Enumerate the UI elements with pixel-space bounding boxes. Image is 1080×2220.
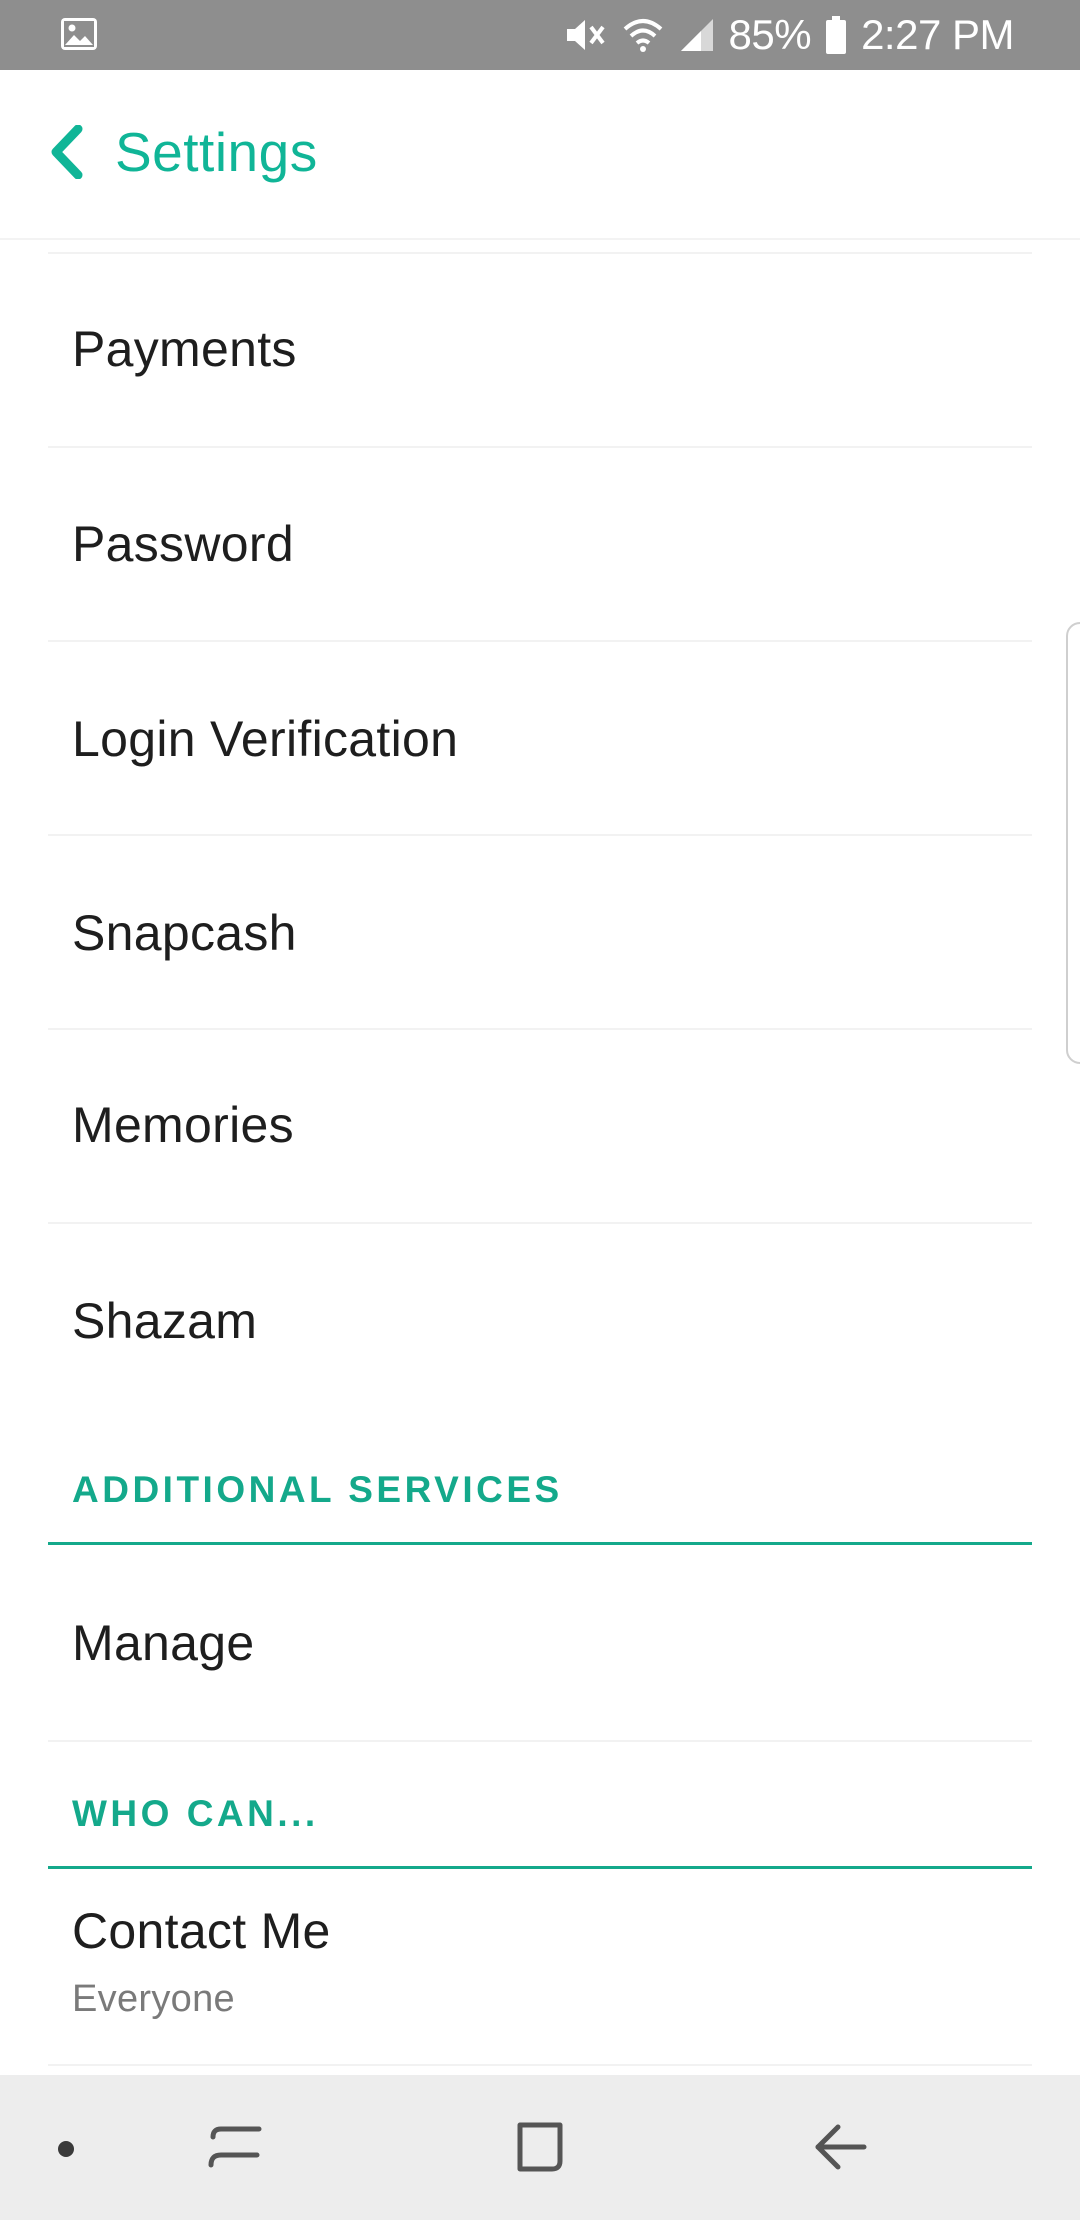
back-icon: [810, 2124, 870, 2183]
section-label: WHO CAN...: [72, 1793, 319, 1834]
list-item-password[interactable]: Password: [48, 448, 1032, 642]
list-item-label: Shazam: [72, 1293, 258, 1349]
status-bar: 85% 2:27 PM: [0, 0, 1080, 70]
list-item-label: Payments: [72, 321, 297, 377]
dot-icon: [58, 2141, 74, 2157]
list-item-shazam[interactable]: Shazam: [48, 1224, 1032, 1418]
page-title: Settings: [115, 121, 318, 183]
image-icon: [60, 17, 98, 51]
clock: 2:27 PM: [861, 11, 1014, 58]
list-item-payments[interactable]: Payments: [48, 254, 1032, 448]
list-item-label: Memories: [72, 1097, 294, 1153]
app-header: Settings: [0, 70, 1080, 240]
section-label: ADDITIONAL SERVICES: [72, 1469, 563, 1510]
section-header-additional-services: ADDITIONAL SERVICES: [48, 1455, 1032, 1545]
recents-button[interactable]: [205, 2115, 265, 2184]
wifi-icon: [621, 15, 665, 55]
list-item-label: Manage: [72, 1615, 255, 1671]
list-item-login-verification[interactable]: Login Verification: [48, 642, 1032, 836]
scroll-handle[interactable]: [1066, 622, 1080, 1064]
recents-icon: [205, 2126, 265, 2183]
battery-text: 85%: [728, 11, 812, 58]
list-item-label: Login Verification: [72, 711, 459, 767]
navigation-bar: [0, 2075, 1080, 2220]
signal-icon: [679, 15, 715, 55]
status-icons: 85% 2:27 PM: [563, 0, 1014, 70]
list-item-label: Snapcash: [72, 905, 297, 961]
nav-back-button[interactable]: [810, 2115, 870, 2184]
home-button[interactable]: [510, 2115, 570, 2184]
mute-icon: [563, 15, 607, 55]
list-item-label: Contact Me: [72, 1903, 331, 1959]
section-header-who-can: WHO CAN...: [48, 1779, 1032, 1869]
list-item-snapcash[interactable]: Snapcash: [48, 836, 1032, 1030]
chevron-left-icon: [48, 124, 84, 184]
list-item-contact-me[interactable]: Contact Me Everyone: [48, 1872, 1032, 2066]
list-item-manage[interactable]: Manage: [48, 1548, 1032, 1742]
back-button[interactable]: [36, 124, 96, 184]
battery-icon: [825, 15, 847, 55]
list-item-memories[interactable]: Memories: [48, 1030, 1032, 1224]
home-icon: [510, 2122, 570, 2183]
list-item-label: Password: [72, 516, 294, 572]
list-item-value: Everyone: [72, 1978, 235, 2020]
